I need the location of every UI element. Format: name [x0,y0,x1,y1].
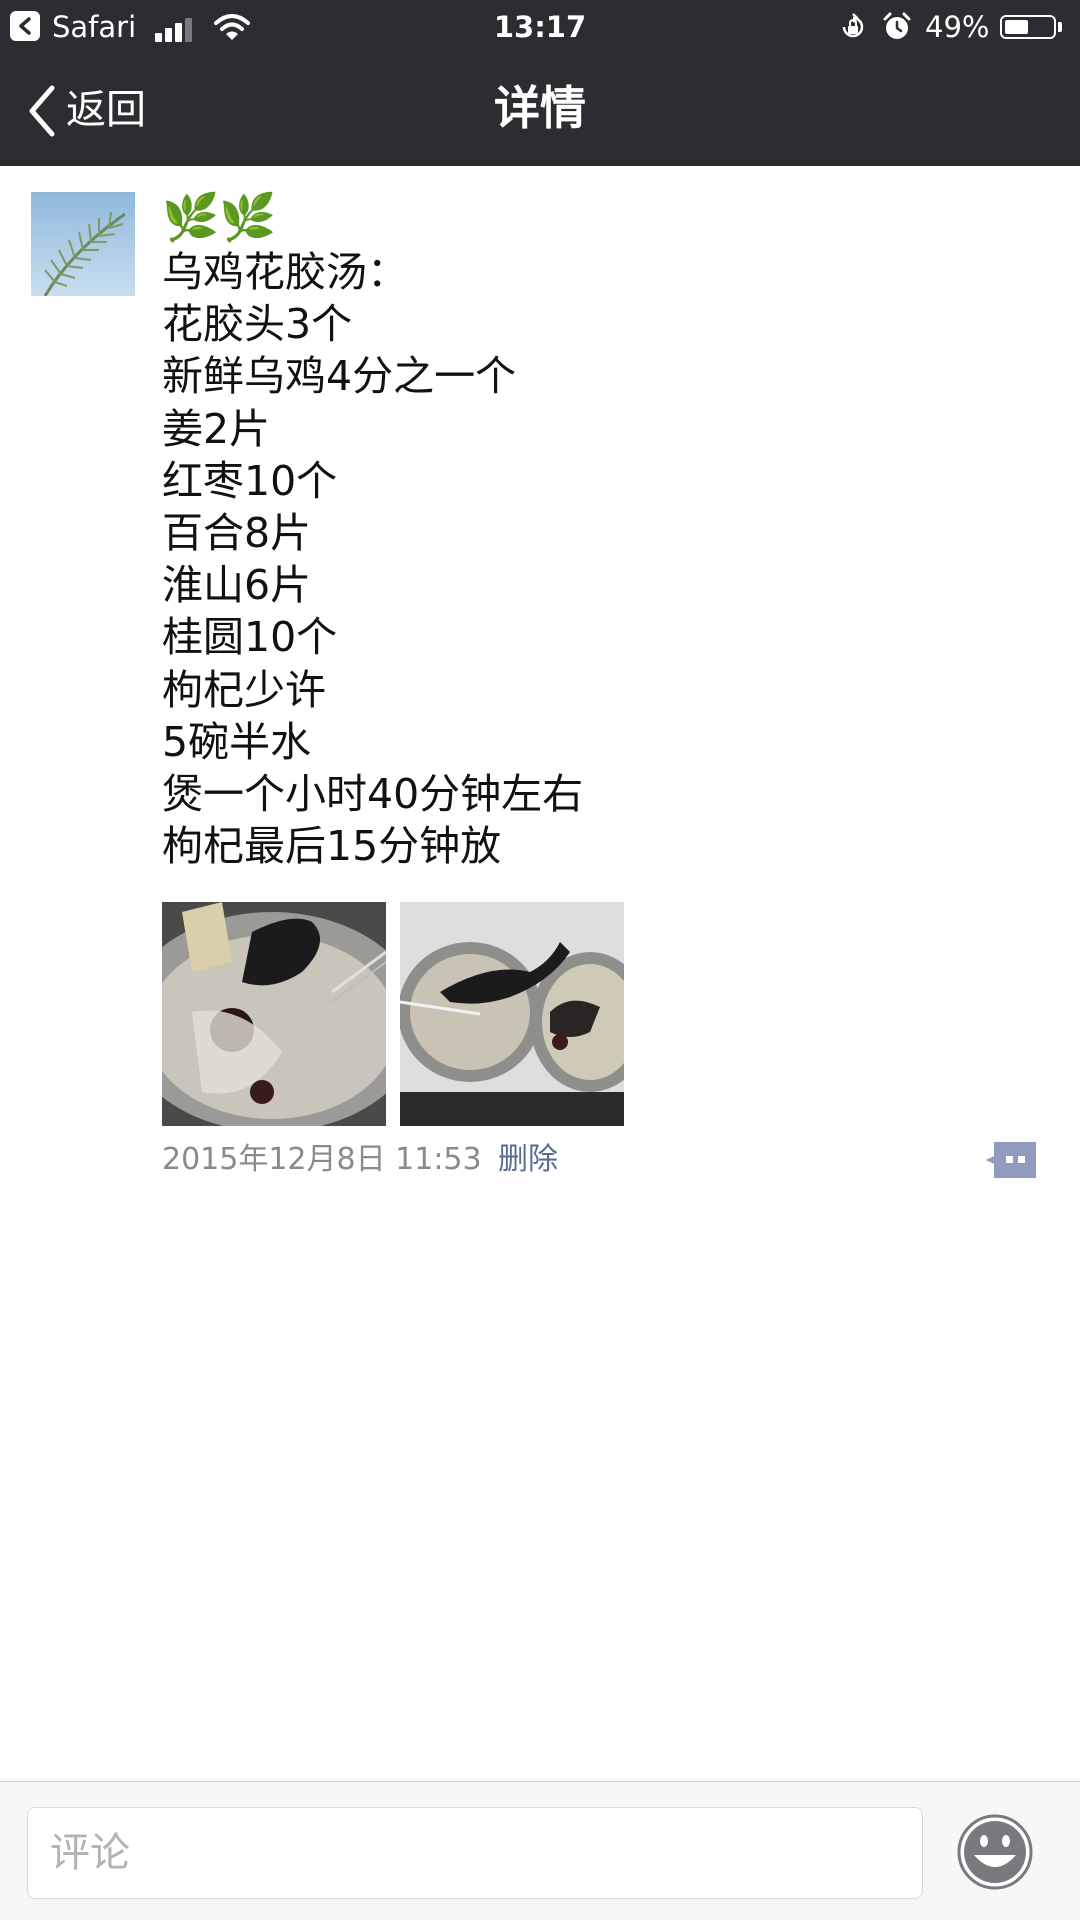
status-bar: Safari 13:17 49% [0,0,1080,54]
comment-input[interactable] [27,1807,923,1899]
battery-cap [1058,22,1062,32]
comment-action-icon[interactable] [986,1142,1036,1178]
post-photo-1[interactable] [162,902,386,1126]
orientation-lock-icon [842,13,864,38]
emoji-button[interactable] [956,1813,1034,1891]
battery-icon [1000,15,1056,39]
smiley-icon [957,1814,1033,1890]
plant-emoji: 🌿🌿 [162,190,277,244]
post-photo-2[interactable] [400,902,624,1126]
comment-bar [0,1781,1080,1920]
battery-percentage: 49% [925,10,990,44]
page-title: 详情 [494,81,586,135]
status-time: 13:17 [493,10,587,44]
post-text: 乌鸡花胶汤： 花胶头3个 新鲜乌鸡4分之一个 姜2片 红枣10个 百合8片 淮山… [162,248,584,871]
post-photos [162,902,624,1126]
top-header: Safari 13:17 49% 返回 详情 [0,0,1080,166]
avatar[interactable] [31,192,135,296]
delete-button[interactable]: 删除 [498,1138,558,1182]
alarm-icon [883,12,911,39]
post-content: 🌿🌿 乌鸡花胶汤： 花胶头3个 新鲜乌鸡4分之一个 姜2片 红枣10个 百合8片… [162,190,1042,872]
battery-level-fill [1005,20,1028,34]
post-timestamp: 2015年12月8日 11:53 [162,1142,482,1177]
